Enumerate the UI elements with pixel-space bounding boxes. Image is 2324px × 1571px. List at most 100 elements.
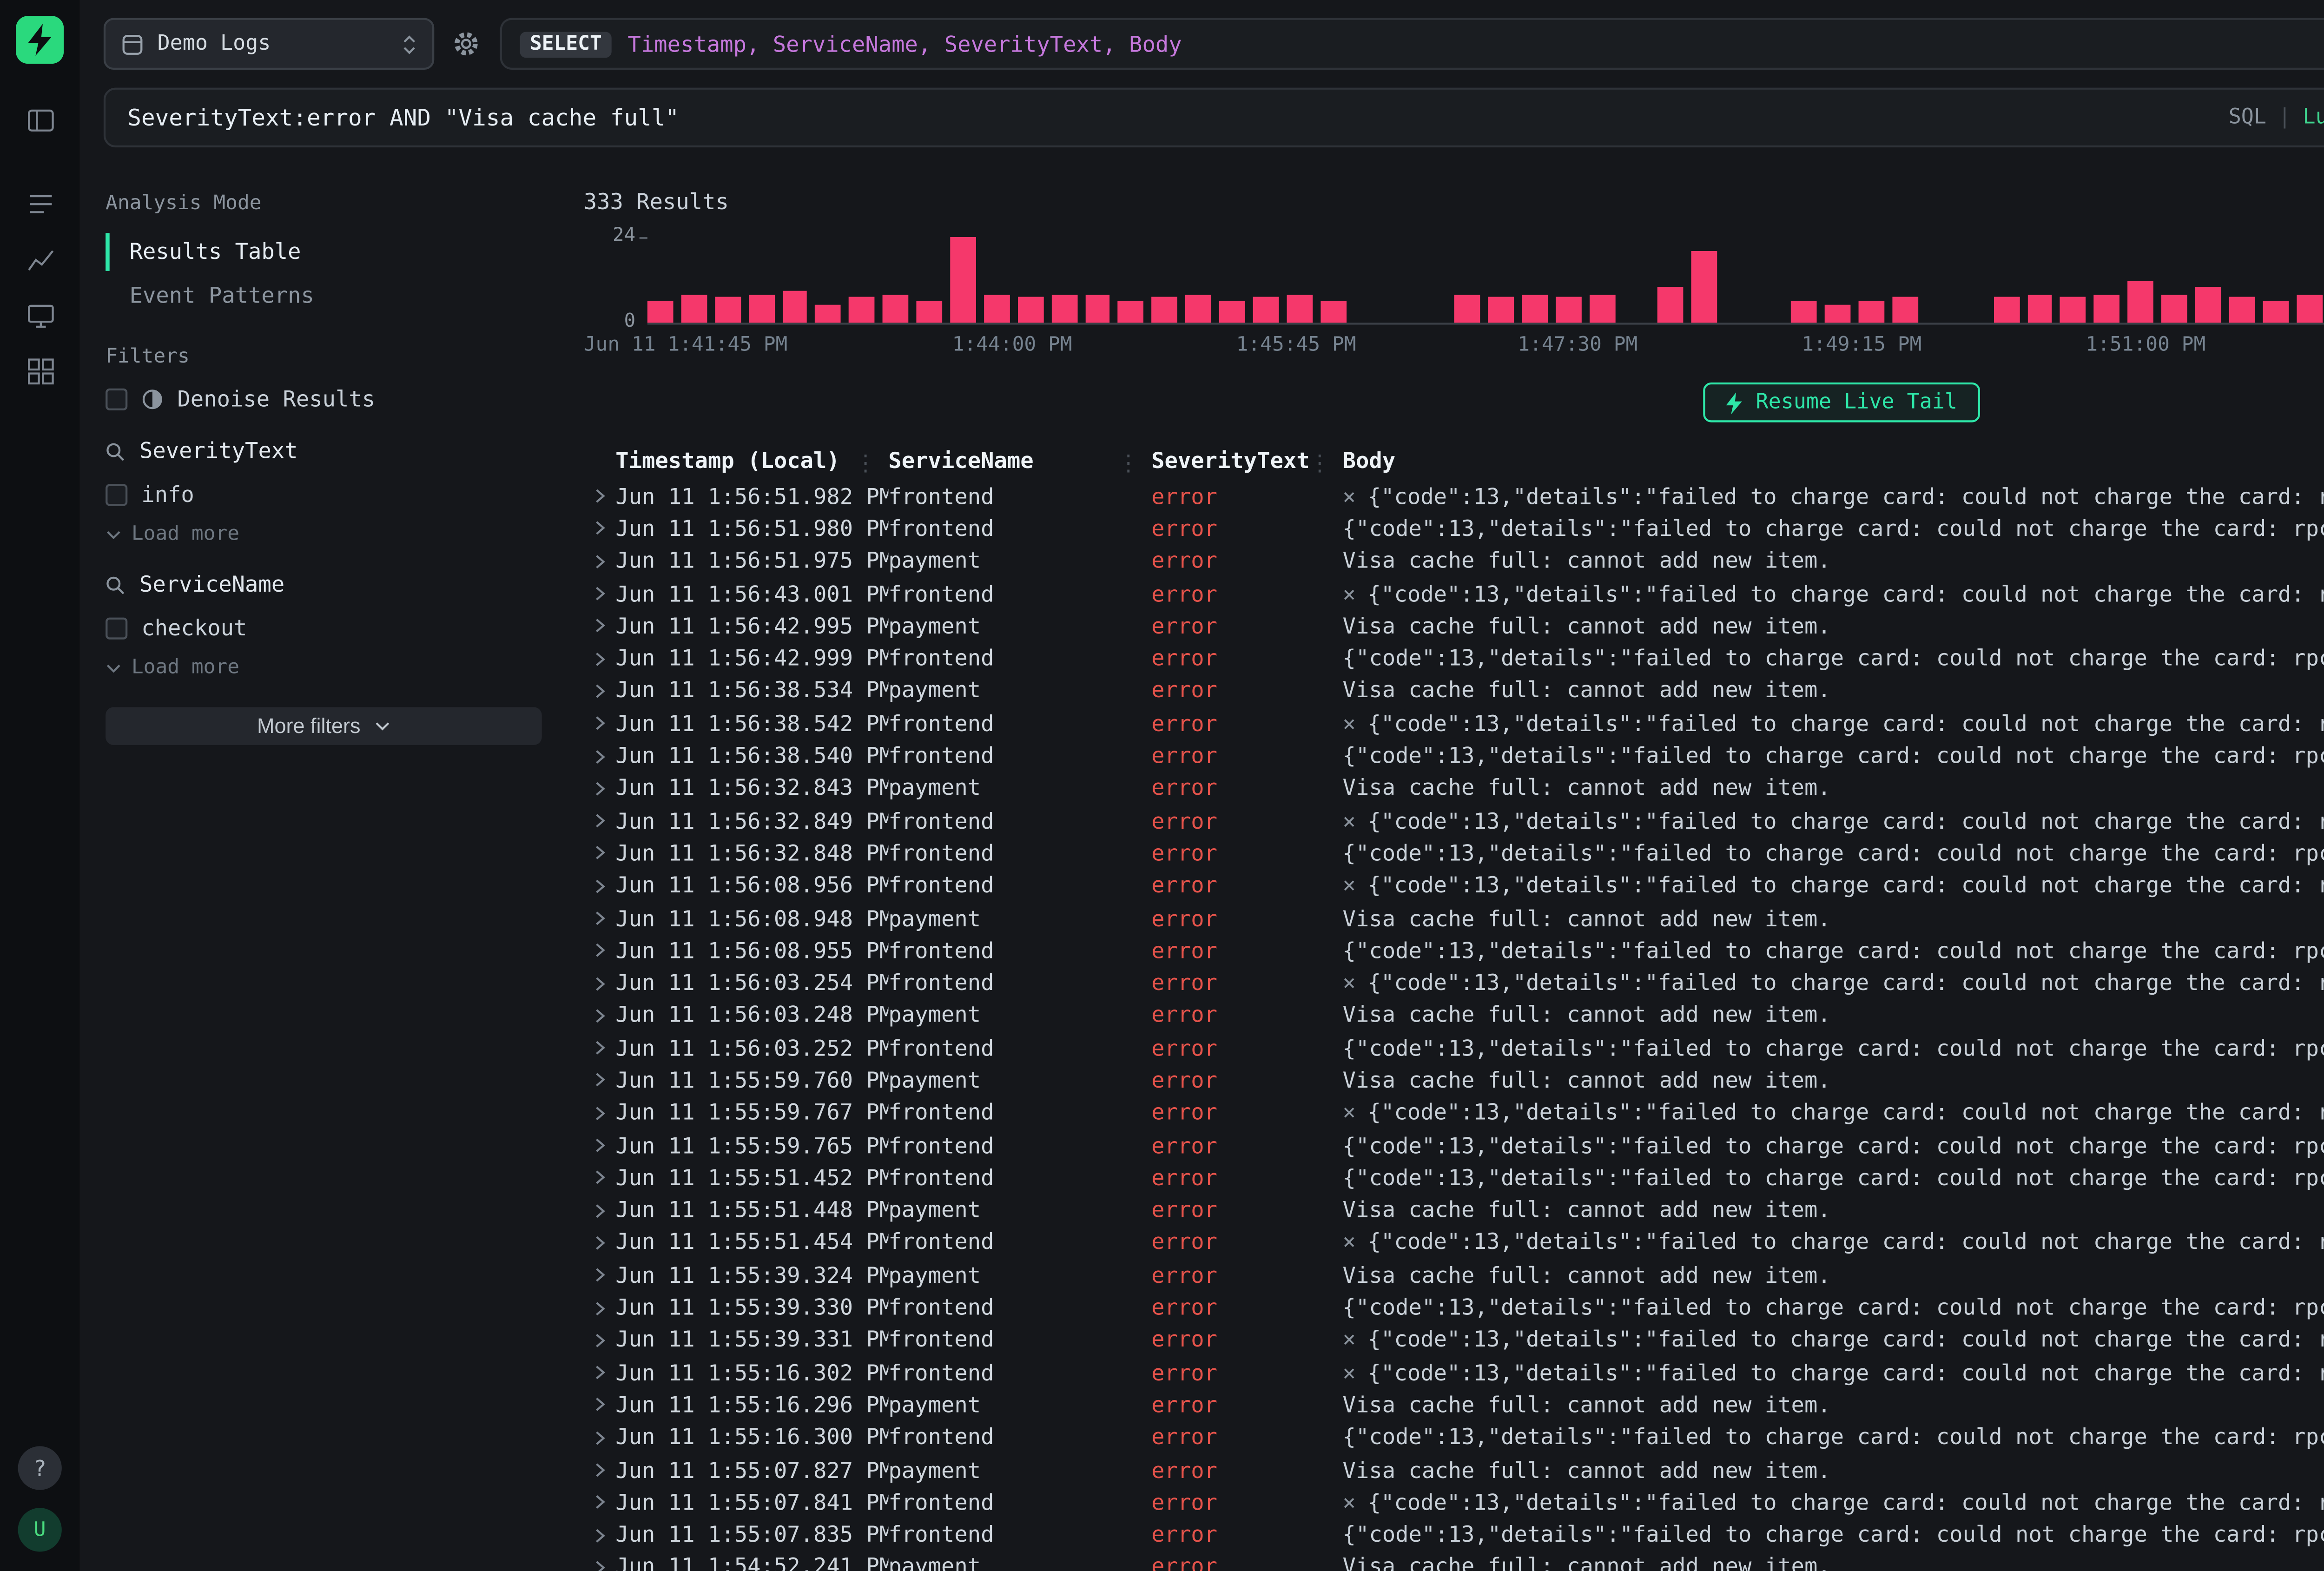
facet-option-info[interactable]: info [106, 482, 542, 508]
table-row[interactable]: Jun 11 1:56:03.248 PMpaymenterrorVisa ca… [584, 999, 2324, 1032]
histogram-bar[interactable] [1051, 294, 1077, 323]
column-header-body[interactable]: Body [1343, 447, 2324, 473]
source-settings-button[interactable] [452, 30, 480, 58]
table-row[interactable]: Jun 11 1:56:38.542 PMfrontenderror×{"cod… [584, 707, 2324, 740]
table-row[interactable]: Jun 11 1:56:03.254 PMfrontenderror×{"cod… [584, 967, 2324, 1000]
row-expand-icon[interactable] [584, 1300, 616, 1316]
table-row[interactable]: Jun 11 1:55:16.300 PMfrontenderror{"code… [584, 1421, 2324, 1454]
histogram-bar[interactable] [1455, 294, 1480, 323]
table-row[interactable]: Jun 11 1:55:59.767 PMfrontenderror×{"cod… [584, 1097, 2324, 1129]
select-clause-input[interactable]: SELECT Timestamp, ServiceName, SeverityT… [500, 18, 2324, 70]
user-avatar[interactable]: U [18, 1508, 62, 1551]
row-expand-icon[interactable] [584, 1008, 616, 1023]
histogram-bar[interactable] [849, 298, 875, 323]
nav-chart-explorer-icon[interactable] [14, 235, 66, 283]
histogram-bar[interactable] [1320, 301, 1346, 323]
row-expand-icon[interactable] [584, 975, 616, 991]
severitytext-load-more[interactable]: Load more [106, 524, 542, 546]
table-row[interactable]: Jun 11 1:56:51.975 PMpaymenterrorVisa ca… [584, 545, 2324, 578]
histogram-bar[interactable] [681, 294, 706, 323]
histogram-bar[interactable] [1690, 251, 1716, 323]
histogram-bar[interactable] [1556, 298, 1581, 323]
histogram-bar[interactable] [2094, 294, 2120, 323]
row-expand-icon[interactable] [584, 845, 616, 861]
row-expand-icon[interactable] [584, 1333, 616, 1348]
histogram-bar[interactable] [1791, 301, 1817, 323]
histogram-bar[interactable] [1489, 298, 1514, 323]
app-logo[interactable] [16, 16, 64, 64]
language-lucene-option[interactable]: Lucene [2303, 106, 2324, 129]
table-row[interactable]: Jun 11 1:56:08.955 PMfrontenderror{"code… [584, 935, 2324, 967]
histogram-bar[interactable] [647, 301, 673, 323]
histogram-bar[interactable] [1152, 298, 1178, 323]
histogram-bar[interactable] [2262, 301, 2288, 323]
histogram-bar[interactable] [1825, 305, 1850, 323]
row-expand-icon[interactable] [584, 586, 616, 601]
nav-logs-icon[interactable] [14, 179, 66, 227]
histogram-bar[interactable] [950, 237, 976, 323]
row-expand-icon[interactable] [584, 1527, 616, 1543]
checkout-checkbox[interactable] [106, 618, 127, 640]
search-icon[interactable] [106, 441, 125, 461]
nav-dashboards-icon[interactable] [14, 347, 66, 395]
histogram-bar[interactable] [2128, 280, 2153, 323]
row-expand-icon[interactable] [584, 1105, 616, 1121]
row-expand-icon[interactable] [584, 1397, 616, 1413]
histogram-bar[interactable] [1085, 294, 1110, 323]
table-row[interactable]: Jun 11 1:55:39.324 PMpaymenterrorVisa ca… [584, 1259, 2324, 1292]
table-row[interactable]: Jun 11 1:56:42.999 PMfrontenderror{"code… [584, 642, 2324, 675]
histogram-bar[interactable] [748, 294, 774, 323]
table-row[interactable]: Jun 11 1:55:07.841 PMfrontenderror×{"cod… [584, 1486, 2324, 1519]
resume-live-tail-button[interactable]: Resume Live Tail [1704, 383, 1979, 422]
table-row[interactable]: Jun 11 1:56:32.843 PMpaymenterrorVisa ca… [584, 772, 2324, 805]
table-row[interactable]: Jun 11 1:56:32.848 PMfrontenderror{"code… [584, 837, 2324, 870]
row-expand-icon[interactable] [584, 1137, 616, 1153]
histogram-bar[interactable] [1017, 298, 1043, 323]
histogram-bar[interactable] [782, 290, 807, 323]
more-filters-button[interactable]: More filters [106, 707, 542, 745]
table-row[interactable]: Jun 11 1:55:16.296 PMpaymenterrorVisa ca… [584, 1389, 2324, 1421]
mode-results-table[interactable]: Results Table [106, 233, 542, 271]
row-expand-icon[interactable] [584, 1202, 616, 1218]
table-row[interactable]: Jun 11 1:56:32.849 PMfrontenderror×{"cod… [584, 805, 2324, 837]
servicename-load-more[interactable]: Load more [106, 657, 542, 679]
table-row[interactable]: Jun 11 1:56:51.982 PMfrontenderror×{"cod… [584, 480, 2324, 513]
histogram-bar[interactable] [1657, 287, 1682, 323]
row-expand-icon[interactable] [584, 618, 616, 634]
row-expand-icon[interactable] [584, 1170, 616, 1186]
nav-sessions-icon[interactable] [14, 291, 66, 339]
table-row[interactable]: Jun 11 1:55:59.765 PMfrontenderror{"code… [584, 1129, 2324, 1162]
row-expand-icon[interactable] [584, 488, 616, 504]
row-expand-icon[interactable] [584, 716, 616, 732]
table-row[interactable]: Jun 11 1:55:07.835 PMfrontenderror{"code… [584, 1519, 2324, 1551]
info-checkbox[interactable] [106, 484, 127, 506]
table-row[interactable]: Jun 11 1:55:39.330 PMfrontenderror{"code… [584, 1292, 2324, 1324]
facet-option-checkout[interactable]: checkout [106, 615, 542, 641]
row-expand-icon[interactable] [584, 1365, 616, 1380]
histogram-bar[interactable] [1590, 294, 1615, 323]
histogram-bar[interactable] [1287, 294, 1312, 323]
table-row[interactable]: Jun 11 1:55:51.452 PMfrontenderror{"code… [584, 1162, 2324, 1195]
histogram-bar[interactable] [883, 294, 909, 323]
histogram-bar[interactable] [1522, 294, 1548, 323]
table-row[interactable]: Jun 11 1:56:42.995 PMpaymenterrorVisa ca… [584, 610, 2324, 642]
histogram-bar[interactable] [1859, 301, 1884, 323]
column-header-servicename[interactable]: ServiceName [888, 447, 1151, 473]
histogram-bar[interactable] [2229, 298, 2254, 323]
table-row[interactable]: Jun 11 1:56:51.980 PMfrontenderror{"code… [584, 513, 2324, 545]
histogram-bar[interactable] [1892, 298, 1918, 323]
row-expand-icon[interactable] [584, 943, 616, 958]
table-row[interactable]: Jun 11 1:55:51.448 PMpaymenterrorVisa ca… [584, 1194, 2324, 1227]
histogram-bar[interactable] [2060, 298, 2086, 323]
search-icon[interactable] [106, 574, 125, 594]
source-select[interactable]: Demo Logs [104, 18, 434, 70]
table-row[interactable]: Jun 11 1:55:51.454 PMfrontenderror×{"cod… [584, 1227, 2324, 1259]
column-header-severitytext[interactable]: SeverityText [1151, 447, 1342, 473]
histogram-bar[interactable] [1118, 301, 1144, 323]
row-expand-icon[interactable] [584, 911, 616, 926]
help-button[interactable]: ? [18, 1446, 62, 1490]
table-row[interactable]: Jun 11 1:56:08.956 PMfrontenderror×{"cod… [584, 870, 2324, 902]
row-expand-icon[interactable] [584, 1267, 616, 1283]
histogram-bar[interactable] [2296, 294, 2322, 323]
row-expand-icon[interactable] [584, 651, 616, 667]
